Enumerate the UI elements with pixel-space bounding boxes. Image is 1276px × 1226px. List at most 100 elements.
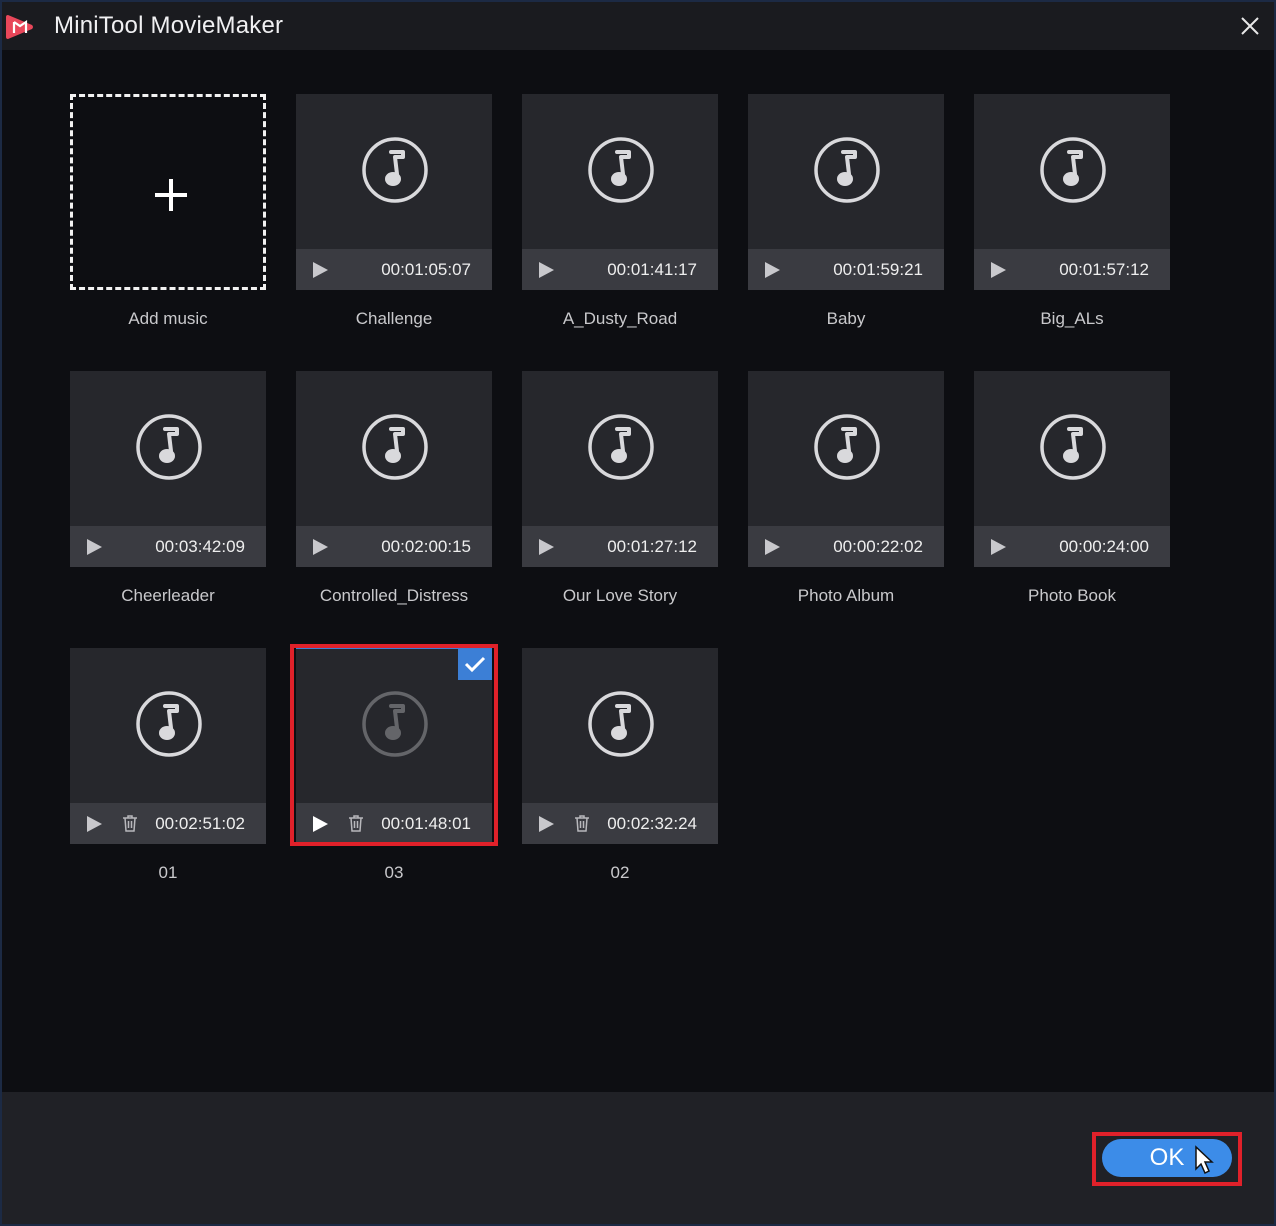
music-thumbnail[interactable]: 00:01:59:21	[748, 94, 944, 290]
title-bar: MiniTool MovieMaker	[2, 2, 1274, 50]
duration-text: 00:02:00:15	[381, 537, 471, 556]
trash-icon[interactable]	[120, 813, 140, 833]
music-note-icon	[362, 137, 428, 203]
duration-text: 00:02:32:24	[607, 814, 697, 833]
duration-text: 00:01:27:12	[607, 537, 697, 556]
thumbnail-toolbar: 00:02:32:24	[522, 803, 718, 844]
music-thumbnail[interactable]: 00:00:24:00	[974, 371, 1170, 567]
music-note-icon	[136, 691, 202, 757]
music-card[interactable]: 00:01:41:17 A_Dusty_Road	[522, 94, 718, 329]
music-note-icon	[588, 414, 654, 480]
thumbnail-toolbar: 00:00:22:02	[748, 526, 944, 567]
dialog-footer: OK	[2, 1092, 1274, 1224]
mouse-cursor-icon	[1195, 1145, 1214, 1175]
thumbnail-toolbar: 00:02:00:15	[296, 526, 492, 567]
track-name: Big_ALs	[1040, 309, 1104, 328]
music-note-icon	[588, 137, 654, 203]
music-thumbnail[interactable]: 00:02:32:24	[522, 648, 718, 844]
play-icon[interactable]	[310, 814, 330, 834]
thumbnail-toolbar: 00:01:27:12	[522, 526, 718, 567]
music-note-icon	[814, 414, 880, 480]
music-library-grid: Add music 00:01:05:07 Challenge 00:01:41:1…	[2, 50, 1274, 1090]
music-thumbnail[interactable]: 00:03:42:09	[70, 371, 266, 567]
thumbnail-toolbar: 00:01:57:12	[974, 249, 1170, 290]
music-note-icon	[136, 414, 202, 480]
music-thumbnail[interactable]: 00:01:48:01	[296, 646, 492, 844]
track-name: Photo Book	[1028, 586, 1116, 605]
duration-text: 00:01:05:07	[381, 260, 471, 279]
add-music-label: Add music	[128, 309, 208, 328]
music-card[interactable]: 00:00:22:02 Photo Album	[748, 371, 944, 606]
duration-text: 00:01:48:01	[381, 814, 471, 833]
close-button[interactable]	[1236, 12, 1264, 40]
play-icon[interactable]	[988, 260, 1008, 280]
play-icon[interactable]	[536, 537, 556, 557]
play-icon[interactable]	[762, 537, 782, 557]
duration-text: 00:03:42:09	[155, 537, 245, 556]
selected-checkbox[interactable]	[458, 648, 492, 680]
music-card[interactable]: 00:01:05:07 Challenge	[296, 94, 492, 329]
play-icon[interactable]	[310, 260, 330, 280]
track-name: Our Love Story	[562, 586, 678, 605]
music-thumbnail[interactable]: 00:01:05:07	[296, 94, 492, 290]
music-thumbnail[interactable]: 00:01:41:17	[522, 94, 718, 290]
music-note-icon	[1040, 414, 1106, 480]
music-card[interactable]: 00:00:24:00 Photo Book	[974, 371, 1170, 606]
thumbnail-toolbar: 00:00:24:00	[974, 526, 1170, 567]
thumbnail-toolbar: 00:01:59:21	[748, 249, 944, 290]
thumbnail-toolbar: 00:01:05:07	[296, 249, 492, 290]
track-name: Controlled_Distress	[319, 586, 469, 605]
music-card[interactable]: 00:01:27:12 Our Love Story	[522, 371, 718, 606]
duration-text: 00:02:51:02	[155, 814, 245, 833]
music-card[interactable]: 00:02:00:15 Controlled_Distress	[296, 371, 492, 606]
thumbnail-toolbar: 00:02:51:02	[70, 803, 266, 844]
music-card[interactable]: 00:01:57:12 Big_ALs	[974, 94, 1170, 329]
duration-text: 00:01:59:21	[833, 260, 923, 279]
track-name: 01	[158, 863, 178, 882]
music-card[interactable]: 00:01:48:01 03	[290, 644, 498, 883]
track-name: Cheerleader	[121, 586, 215, 605]
plus-icon	[155, 179, 187, 211]
add-music-card[interactable]: Add music	[70, 94, 266, 329]
trash-icon[interactable]	[572, 813, 592, 833]
trash-icon[interactable]	[346, 813, 366, 833]
music-thumbnail[interactable]: 00:02:51:02	[70, 648, 266, 844]
checkmark-icon	[464, 656, 486, 673]
play-icon[interactable]	[762, 260, 782, 280]
play-icon[interactable]	[310, 537, 330, 557]
track-name: Baby	[826, 309, 866, 328]
track-name: A_Dusty_Road	[562, 309, 678, 328]
music-card[interactable]: 00:02:32:24 02	[522, 648, 718, 883]
duration-text: 00:01:41:17	[607, 260, 697, 279]
music-card[interactable]: 00:01:59:21 Baby	[748, 94, 944, 329]
track-name: 02	[610, 863, 630, 882]
track-name: Photo Album	[797, 586, 895, 605]
play-icon[interactable]	[536, 260, 556, 280]
duration-text: 00:00:24:00	[1059, 537, 1149, 556]
window-title: MiniTool MovieMaker	[54, 12, 284, 39]
music-thumbnail[interactable]: 00:00:22:02	[748, 371, 944, 567]
duration-text: 00:01:57:12	[1059, 260, 1149, 279]
music-card[interactable]: 00:03:42:09 Cheerleader	[70, 371, 266, 606]
add-music-button[interactable]	[70, 94, 266, 290]
music-note-icon	[1040, 137, 1106, 203]
music-thumbnail[interactable]: 00:02:00:15	[296, 371, 492, 567]
music-thumbnail[interactable]: 00:01:27:12	[522, 371, 718, 567]
play-icon[interactable]	[988, 537, 1008, 557]
play-icon[interactable]	[84, 814, 104, 834]
track-name: 03	[384, 863, 404, 882]
play-icon[interactable]	[536, 814, 556, 834]
music-thumbnail[interactable]: 00:01:57:12	[974, 94, 1170, 290]
music-note-icon	[362, 414, 428, 480]
thumbnail-toolbar: 00:01:41:17	[522, 249, 718, 290]
dialog-window: MiniTool MovieMaker Add music 00:01:05:0…	[0, 0, 1276, 1226]
play-icon[interactable]	[84, 537, 104, 557]
track-name: Challenge	[355, 309, 433, 328]
app-logo-icon	[6, 15, 33, 39]
music-note-icon	[814, 137, 880, 203]
close-icon	[1241, 17, 1259, 35]
thumbnail-toolbar: 00:01:48:01	[296, 803, 492, 844]
thumbnail-toolbar: 00:03:42:09	[70, 526, 266, 567]
music-card[interactable]: 00:02:51:02 01	[70, 648, 266, 883]
music-note-icon	[588, 691, 654, 757]
